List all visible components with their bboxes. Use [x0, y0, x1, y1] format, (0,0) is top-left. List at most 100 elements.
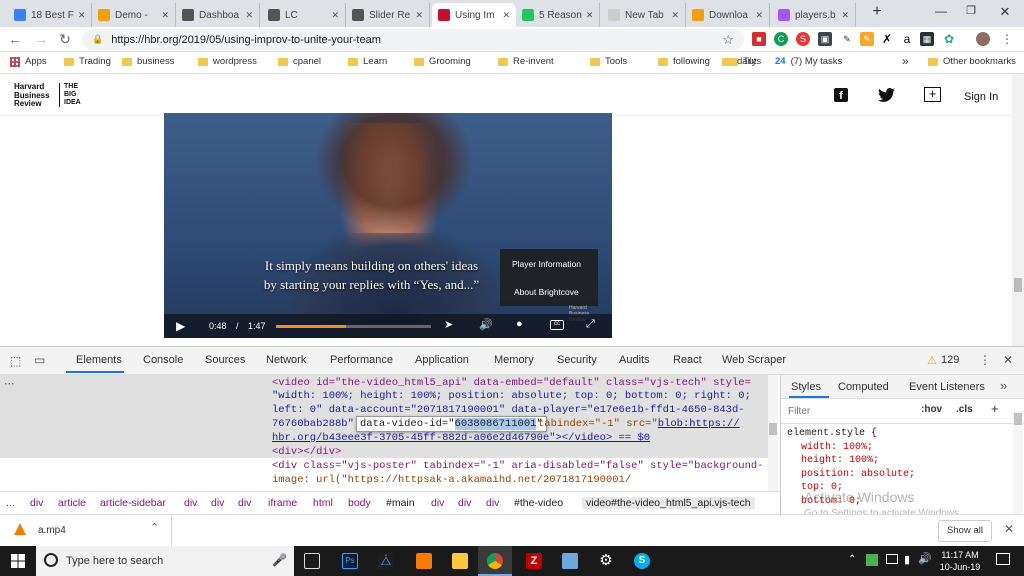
browser-tab[interactable]: Demo - ✕: [92, 3, 176, 27]
skype-icon[interactable]: S: [634, 553, 650, 569]
app-icon[interactable]: [562, 553, 578, 569]
taskbar-search[interactable]: Type here to search 🎤: [36, 546, 294, 576]
forward-button[interactable]: →: [32, 31, 50, 47]
reload-button[interactable]: ↻: [56, 31, 74, 48]
breadcrumb-item[interactable]: video#the-video_html5_api.vjs-tech: [582, 497, 755, 509]
breadcrumb-item[interactable]: div: [486, 497, 499, 509]
sublime-icon[interactable]: [416, 553, 432, 569]
code-line[interactable]: "width: 100%; height: 100%; position: ab…: [272, 390, 751, 404]
captions-icon[interactable]: cc: [550, 320, 564, 330]
browser-tab[interactable]: players.b ✕: [772, 3, 856, 27]
eyedropper-icon[interactable]: ✎: [840, 32, 854, 46]
code-line[interactable]: 76760bab288b": [272, 418, 354, 432]
breadcrumb-item[interactable]: article-sidebar: [100, 497, 166, 509]
extension-icon[interactable]: ▣: [818, 32, 832, 46]
code-line[interactable]: tabindex="-1" src="blob:https://: [538, 418, 740, 432]
devtools-menu-icon[interactable]: ⋮: [979, 353, 991, 367]
vscode-icon[interactable]: ⧊: [378, 553, 394, 569]
show-all-button[interactable]: Show all: [938, 520, 992, 542]
new-tab-button[interactable]: +: [862, 3, 892, 21]
notification-icon[interactable]: [996, 553, 1010, 565]
devtools-tab-memory[interactable]: Memory: [494, 354, 534, 366]
styles-scrollbar[interactable]: [1013, 411, 1023, 515]
bookmark-item[interactable]: Learn: [348, 56, 387, 67]
hbr-logo[interactable]: Harvard Business Review: [14, 82, 50, 109]
fullscreen-icon[interactable]: ⤢: [586, 318, 595, 331]
browser-tab[interactable]: Downloa ✕: [686, 3, 770, 27]
menu-icon[interactable]: ⋮: [1000, 32, 1014, 46]
devtools-tab-performance[interactable]: Performance: [330, 354, 393, 366]
devtools-tab-sources[interactable]: Sources: [205, 354, 245, 366]
bookmark-item[interactable]: wordpress: [198, 56, 257, 67]
browser-tab[interactable]: New Tab ✕: [602, 3, 686, 27]
big-idea-logo[interactable]: THE BIG IDEA: [64, 83, 81, 107]
inspect-icon[interactable]: ⬚: [10, 354, 21, 368]
sign-in-link[interactable]: Sign In: [964, 91, 998, 103]
breadcrumb-item[interactable]: div: [184, 497, 197, 509]
breadcrumb-item[interactable]: div: [211, 497, 224, 509]
device-toolbar-icon[interactable]: ▭: [34, 353, 45, 367]
bookmark-apps[interactable]: Apps: [10, 56, 47, 67]
devtools-tab-web-scraper[interactable]: Web Scraper: [722, 354, 786, 366]
tab-close-icon[interactable]: ✕: [74, 10, 86, 21]
browser-tab[interactable]: 18 Best F ✕: [8, 3, 92, 27]
chrome-taskbar-item[interactable]: [478, 546, 512, 576]
extension-icon[interactable]: ▦: [920, 32, 934, 46]
bookmarks-overflow-button[interactable]: »: [902, 54, 909, 68]
taskbar-clock[interactable]: 11:17 AM 10-Jun-19: [938, 549, 982, 573]
devtools-close-icon[interactable]: ✕: [1003, 353, 1013, 367]
code-line[interactable]: hbr.org/b43eee3f-3705-45ff-882d-a06e2d46…: [272, 432, 650, 446]
add-to-list-icon[interactable]: +: [924, 87, 941, 102]
devtools-tab-elements[interactable]: Elements: [76, 354, 122, 366]
breadcrumb-item[interactable]: div: [458, 497, 471, 509]
windows-start-icon[interactable]: [11, 554, 25, 568]
tray-chevron-icon[interactable]: ⌃: [848, 554, 856, 565]
code-line[interactable]: <div></div>: [272, 446, 341, 460]
more-tabs-icon[interactable]: »: [1000, 378, 1007, 393]
bookmark-item[interactable]: daily: [722, 56, 757, 67]
tab-close-icon[interactable]: ✕: [582, 10, 594, 21]
bookmark-item[interactable]: Grooming: [414, 56, 471, 67]
breadcrumb-item[interactable]: article: [58, 497, 86, 509]
chat-icon[interactable]: ●: [516, 318, 523, 330]
tab-close-icon[interactable]: ✕: [498, 10, 510, 21]
devtools-tab-console[interactable]: Console: [143, 354, 183, 366]
network-icon[interactable]: [886, 554, 898, 564]
play-button[interactable]: ▶: [176, 319, 185, 333]
breadcrumb-item[interactable]: body: [348, 497, 371, 509]
volume-tray-icon[interactable]: 🔊: [918, 552, 932, 565]
devtools-tab-network[interactable]: Network: [266, 354, 306, 366]
twitter-icon[interactable]: [878, 88, 895, 102]
filezilla-icon[interactable]: Z: [526, 553, 542, 569]
tab-close-icon[interactable]: ✕: [327, 10, 339, 21]
progress-track[interactable]: [276, 325, 431, 328]
tray-app-icon[interactable]: [866, 554, 878, 566]
chevron-up-icon[interactable]: ⌃: [150, 521, 159, 534]
browser-tab[interactable]: Using Im ✕: [432, 3, 516, 27]
extension-icon[interactable]: S: [796, 32, 810, 46]
extension-icon[interactable]: ✗: [880, 32, 894, 46]
bookmark-item[interactable]: following: [658, 56, 710, 67]
extension-icon[interactable]: ✎: [860, 32, 874, 46]
styles-filter-input[interactable]: [785, 403, 913, 419]
devtools-tab-react[interactable]: React: [673, 354, 702, 366]
browser-tab[interactable]: LC ✕: [262, 3, 346, 27]
settings-gear-icon[interactable]: ⚙: [598, 553, 614, 569]
breadcrumb-item[interactable]: div: [30, 497, 43, 509]
breadcrumb-item[interactable]: div: [238, 497, 251, 509]
bookmark-item[interactable]: Re-invent: [498, 56, 554, 67]
code-scrollbar-thumb[interactable]: [769, 423, 777, 435]
breadcrumb-item[interactable]: #main: [386, 497, 415, 509]
task-view-icon[interactable]: [304, 553, 320, 569]
tab-close-icon[interactable]: ✕: [411, 10, 423, 21]
avatar[interactable]: [976, 32, 990, 46]
browser-tab[interactable]: 5 Reason ✕: [516, 3, 600, 27]
style-property[interactable]: width: 100%;: [787, 441, 915, 455]
bookmark-item[interactable]: Trading: [64, 56, 111, 67]
bookmark-item[interactable]: Tools: [590, 56, 627, 67]
devtools-tab-security[interactable]: Security: [557, 354, 597, 366]
bookmark-item[interactable]: cpanel: [278, 56, 321, 67]
extension-icon[interactable]: ■: [752, 32, 766, 46]
photoshop-icon[interactable]: Ps: [342, 553, 358, 569]
download-item[interactable]: a.mp4 ⌃: [0, 515, 172, 547]
